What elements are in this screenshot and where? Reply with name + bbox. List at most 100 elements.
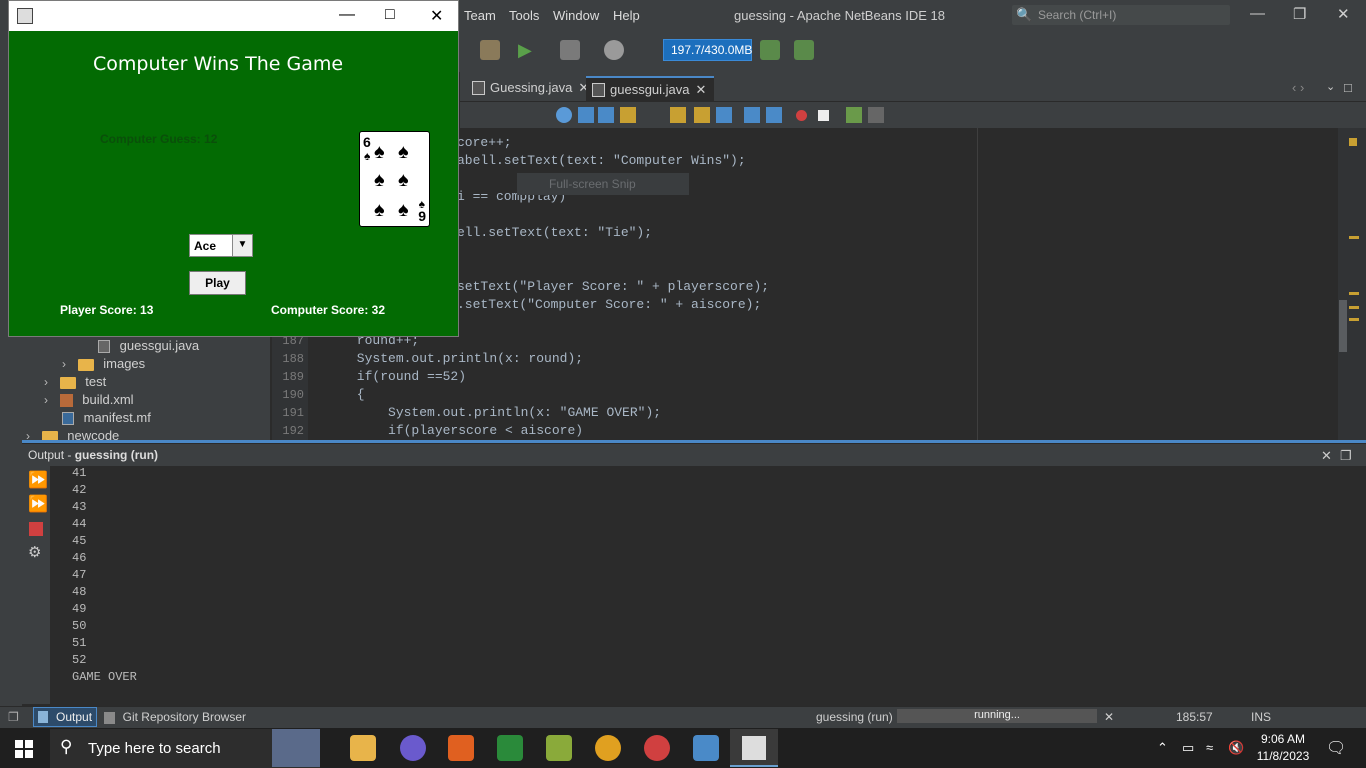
chevron-right-icon[interactable]: › bbox=[62, 357, 66, 371]
close-button[interactable]: ✕ bbox=[430, 6, 443, 26]
code-line[interactable]: core++; bbox=[457, 135, 512, 150]
close-icon[interactable]: ✕ bbox=[1321, 448, 1332, 464]
chrome-icon[interactable] bbox=[595, 735, 621, 761]
stop-icon[interactable] bbox=[29, 522, 43, 536]
code-line[interactable]: System.out.println(x: "GAME OVER"); bbox=[310, 405, 661, 420]
tree-item-guessgui[interactable]: guessgui.java bbox=[98, 338, 199, 354]
chrome-profile-icon[interactable] bbox=[644, 735, 670, 761]
cancel-task-icon[interactable]: ✕ bbox=[1104, 710, 1114, 724]
play-button[interactable]: Play bbox=[189, 271, 246, 295]
error-stripe-marker[interactable] bbox=[1349, 138, 1357, 146]
shift-right-icon[interactable] bbox=[766, 107, 782, 123]
minimize-button[interactable]: — bbox=[339, 6, 355, 24]
panel-divider[interactable] bbox=[22, 440, 1366, 443]
chevron-down-icon[interactable]: ▼ bbox=[232, 235, 252, 256]
tab-git-repository-browser[interactable]: Git Repository Browser bbox=[104, 709, 246, 724]
bookmark-toggle-icon[interactable] bbox=[716, 107, 732, 123]
shift-left-icon[interactable] bbox=[744, 107, 760, 123]
tree-item-manifest[interactable]: manifest.mf bbox=[62, 410, 151, 426]
photos-icon[interactable] bbox=[693, 735, 719, 761]
menu-help[interactable]: Help bbox=[613, 8, 640, 23]
menu-window[interactable]: Window bbox=[553, 8, 599, 23]
manifest-file-icon bbox=[62, 412, 74, 426]
menu-team[interactable]: Team bbox=[464, 8, 496, 23]
code-line[interactable]: ell.setText(text: "Tie"); bbox=[457, 225, 652, 240]
notifications-icon[interactable]: 🗨 bbox=[1326, 738, 1346, 758]
profile-icon[interactable] bbox=[604, 40, 624, 60]
editor-error-stripe[interactable] bbox=[1338, 128, 1366, 440]
netbeans-icon[interactable] bbox=[546, 735, 572, 761]
rerun-config-icon[interactable]: ⏩ bbox=[28, 494, 48, 514]
rerun-icon[interactable]: ⏩ bbox=[28, 470, 48, 490]
find-next-icon[interactable] bbox=[598, 107, 614, 123]
tab-output[interactable]: Output bbox=[33, 707, 97, 727]
maximize-icon[interactable]: □ bbox=[1344, 80, 1352, 95]
spade-icon: ♠ bbox=[374, 199, 385, 221]
uncomment-icon[interactable] bbox=[868, 107, 884, 123]
search-highlight-image[interactable] bbox=[272, 729, 320, 767]
maximize-button[interactable]: □ bbox=[385, 6, 395, 24]
code-line[interactable]: { bbox=[310, 387, 365, 402]
game-window: — □ ✕ Computer Wins The Game Computer Gu… bbox=[8, 0, 459, 337]
tree-item-build-xml[interactable]: › build.xml bbox=[44, 392, 134, 408]
stop-macro-icon[interactable] bbox=[818, 110, 829, 121]
code-line[interactable]: System.out.println(x: round); bbox=[310, 351, 583, 366]
ide-search-input[interactable]: 🔍 Search (Ctrl+I) bbox=[1012, 5, 1230, 25]
discord-icon[interactable] bbox=[400, 735, 426, 761]
calculator-icon[interactable] bbox=[497, 735, 523, 761]
find-icon[interactable] bbox=[556, 107, 572, 123]
windows-start-icon[interactable] bbox=[15, 740, 33, 758]
code-line[interactable]: setText("Player Score: " + playerscore); bbox=[457, 279, 769, 294]
rank-select[interactable]: Ace ▼ bbox=[189, 234, 253, 257]
office-icon[interactable] bbox=[448, 735, 474, 761]
taskbar-clock[interactable]: 9:06 AM 11/8/2023 bbox=[1252, 732, 1314, 763]
chevron-right-icon[interactable]: › bbox=[44, 375, 48, 389]
tree-item-images[interactable]: › images bbox=[62, 356, 145, 371]
clean-build-icon[interactable] bbox=[480, 40, 500, 60]
toggle-highlight-icon[interactable] bbox=[620, 107, 636, 123]
window-restore-icon[interactable]: ❐ bbox=[8, 710, 19, 724]
restore-icon[interactable]: ❐ bbox=[1340, 448, 1352, 464]
chevron-up-icon[interactable]: ⌃ bbox=[1157, 740, 1168, 756]
record-macro-icon[interactable] bbox=[796, 110, 807, 121]
tab-guessing-java[interactable]: Guessing.java ✕ bbox=[466, 76, 597, 102]
output-console[interactable] bbox=[52, 466, 1352, 704]
error-stripe-marker[interactable] bbox=[1349, 236, 1359, 239]
run-icon[interactable]: ▶ bbox=[518, 40, 538, 60]
gc-icon[interactable] bbox=[760, 40, 780, 60]
error-stripe-marker[interactable] bbox=[1349, 306, 1359, 309]
tab-scroll-left-icon[interactable]: ‹ › bbox=[1292, 80, 1304, 95]
editor-scrollbar-thumb[interactable] bbox=[1339, 300, 1347, 352]
chevron-down-icon[interactable]: ⌄ bbox=[1326, 80, 1335, 93]
close-icon[interactable]: ✕ bbox=[696, 82, 707, 97]
debug-icon[interactable] bbox=[560, 40, 580, 60]
code-line[interactable]: if(round ==52) bbox=[310, 369, 466, 384]
wifi-icon[interactable]: ≈ bbox=[1206, 740, 1213, 755]
bookmark-next-icon[interactable] bbox=[694, 107, 710, 123]
error-stripe-marker[interactable] bbox=[1349, 318, 1359, 321]
tree-item-test[interactable]: › test bbox=[44, 374, 106, 389]
ide-restore-button[interactable]: ❐ bbox=[1293, 5, 1306, 23]
settings-icon[interactable]: ⚙ bbox=[28, 543, 41, 561]
bookmark-prev-icon[interactable] bbox=[670, 107, 686, 123]
output-line: 41 bbox=[72, 466, 87, 480]
java-app-taskbar-button[interactable] bbox=[730, 729, 778, 767]
code-line[interactable]: .setText("Computer Score: " + aiscore); bbox=[457, 297, 761, 312]
code-line[interactable]: if(playerscore < aiscore) bbox=[310, 423, 583, 438]
chevron-right-icon[interactable]: › bbox=[44, 393, 48, 407]
menu-tools[interactable]: Tools bbox=[509, 8, 539, 23]
file-explorer-icon[interactable] bbox=[350, 735, 376, 761]
memory-indicator[interactable]: 197.7/430.0MB bbox=[663, 39, 752, 61]
ide-close-button[interactable]: ✕ bbox=[1337, 5, 1350, 23]
rank-select-value: Ace bbox=[194, 239, 217, 253]
battery-icon[interactable]: ▭ bbox=[1182, 740, 1194, 756]
error-stripe-marker[interactable] bbox=[1349, 292, 1359, 295]
comment-icon[interactable] bbox=[846, 107, 862, 123]
code-line[interactable]: abell.setText(text: "Computer Wins"); bbox=[457, 153, 746, 168]
volume-mute-icon[interactable]: 🔇 bbox=[1228, 740, 1244, 756]
tab-guessgui-java[interactable]: guessgui.java ✕ bbox=[586, 76, 715, 102]
find-prev-icon[interactable] bbox=[578, 107, 594, 123]
ide-minimize-button[interactable]: — bbox=[1250, 5, 1265, 22]
gc-icon-2[interactable] bbox=[794, 40, 814, 60]
output-line: 46 bbox=[72, 551, 87, 565]
